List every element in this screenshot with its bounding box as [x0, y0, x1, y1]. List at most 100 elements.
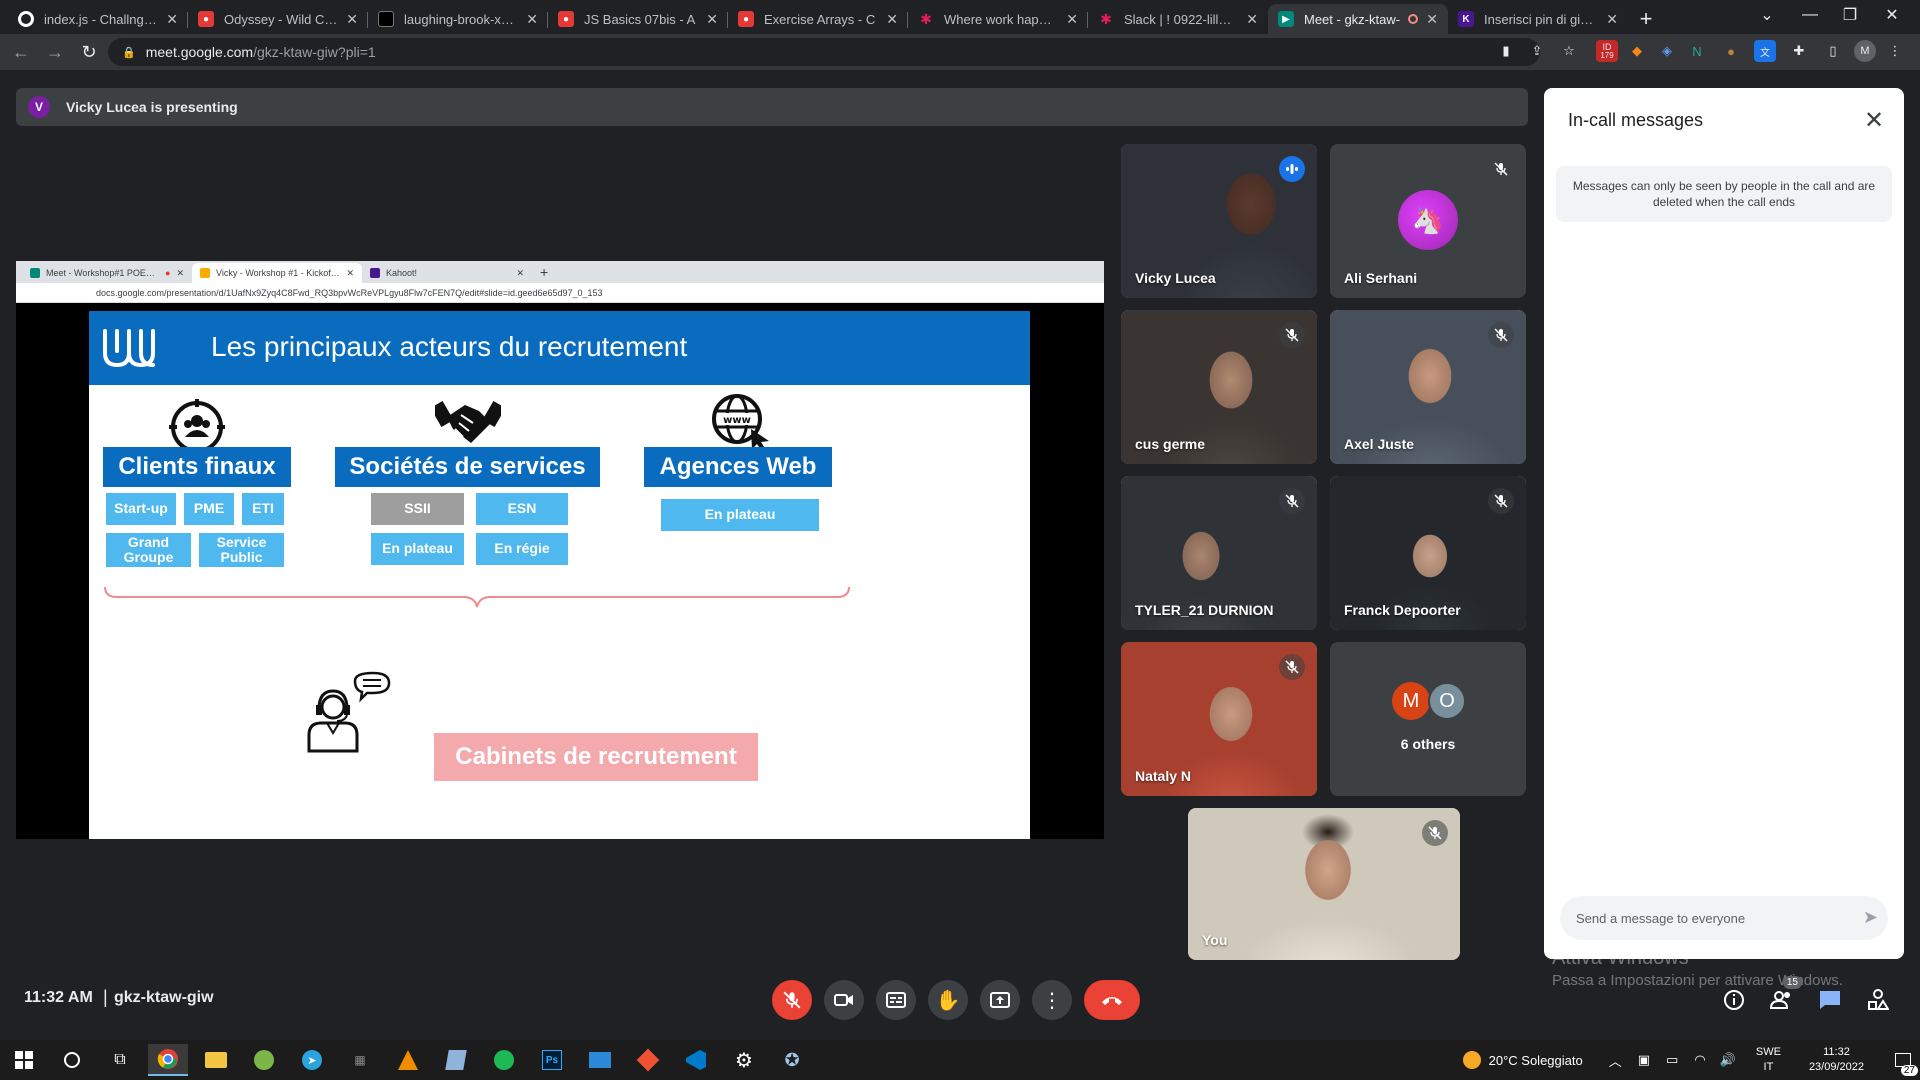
participant-tile-nataly[interactable]: Nataly N [1121, 642, 1317, 796]
send-icon[interactable]: ➤ [1863, 907, 1878, 928]
notification-center-icon[interactable]: 27 [1886, 1040, 1920, 1080]
tray-icon[interactable]: ▣ [1638, 1052, 1650, 1068]
search-icon[interactable] [52, 1044, 92, 1076]
task-view-icon[interactable]: ⧉ [100, 1044, 140, 1076]
browser-tab[interactable]: ● Odyssey - Wild Code S ✕ [188, 4, 368, 34]
metamask-icon[interactable]: ◆ [1626, 40, 1648, 62]
camera-icon[interactable]: ▮ [1495, 40, 1517, 62]
app-icon[interactable]: ✪ [772, 1044, 812, 1076]
present-now-button[interactable] [980, 980, 1020, 1020]
presentation-slide: Les principaux acteurs du recrutement ww… [89, 311, 1030, 839]
browser-tab[interactable]: ● JS Basics 07bis - A ✕ [548, 4, 728, 34]
vlc-icon[interactable] [388, 1044, 428, 1076]
participant-tile-tyler[interactable]: TYLER_21 DURNION [1121, 476, 1317, 630]
mic-toggle-button[interactable] [772, 980, 812, 1020]
activities-button[interactable] [1864, 986, 1892, 1014]
slack-icon: ✱ [920, 10, 932, 27]
extension-badge-icon[interactable]: ID 179 [1596, 40, 1618, 62]
people-button[interactable]: 15 [1768, 976, 1802, 1014]
photoshop-icon[interactable]: Ps [532, 1044, 572, 1076]
close-window-icon[interactable]: ✕ [1872, 0, 1912, 30]
system-clock[interactable]: 11:32 23/09/2022 [1809, 1045, 1864, 1075]
browser-tab[interactable]: ● Exercise Arrays - C ✕ [728, 4, 908, 34]
captions-button[interactable] [876, 980, 916, 1020]
utorrent-icon[interactable] [244, 1044, 284, 1076]
tab-close-icon[interactable]: ✕ [706, 11, 718, 28]
wifi-icon[interactable]: ◠ [1694, 1052, 1705, 1068]
self-view-tile[interactable]: You [1188, 808, 1460, 960]
volume-icon[interactable]: 🔊 [1720, 1052, 1736, 1068]
url-field[interactable]: 🔒 meet.google.com/gkz-ktaw-giw?pli=1 [108, 38, 1540, 66]
notepad-icon[interactable] [436, 1044, 476, 1076]
browser-tab[interactable]: index.js - ChallngeArra ✕ [8, 4, 188, 34]
browser-tab[interactable]: ✱ Where work happens ✕ [908, 4, 1088, 34]
camera-toggle-button[interactable] [824, 980, 864, 1020]
tab-close-icon[interactable]: ✕ [346, 11, 358, 28]
tab-close-icon[interactable]: ✕ [1426, 11, 1438, 28]
participant-tile-others[interactable]: M O 6 others [1330, 642, 1526, 796]
minimize-icon[interactable]: — [1790, 0, 1830, 30]
leave-call-button[interactable] [1084, 980, 1140, 1020]
tab-close-icon[interactable]: ✕ [1066, 11, 1078, 28]
menu-icon[interactable]: ⋮ [1884, 40, 1906, 62]
translate-icon[interactable]: 文 [1754, 40, 1776, 62]
svg-text:www: www [723, 415, 751, 426]
more-options-button[interactable]: ⋮ [1032, 980, 1072, 1020]
participant-tile-vicky[interactable]: Vicky Lucea [1121, 144, 1317, 298]
tab-close-icon[interactable]: ✕ [1246, 11, 1258, 28]
language-indicator[interactable]: SWE IT [1756, 1045, 1781, 1075]
chip-en-plateau-web: En plateau [661, 499, 819, 531]
tab-close-icon[interactable]: ✕ [526, 11, 538, 28]
browser-tab[interactable]: ✱ Slack | ! 0922-lille-php ✕ [1088, 4, 1268, 34]
message-placeholder: Send a message to everyone [1576, 910, 1746, 926]
close-icon: ✕ [346, 267, 354, 278]
chat-button[interactable] [1816, 986, 1844, 1014]
browser-tab[interactable]: K Inserisci pin di gioco - ✕ [1448, 4, 1628, 34]
tab-search-icon[interactable]: ⌄ [1752, 0, 1782, 30]
spotify-icon[interactable] [484, 1044, 524, 1076]
puzzle-icon[interactable]: ✚ [1788, 40, 1810, 62]
unicorn-avatar: 🦄 [1398, 190, 1458, 250]
app-icon[interactable]: ▦ [340, 1044, 380, 1076]
windows-start-icon[interactable] [4, 1044, 44, 1076]
battery-icon[interactable]: ▭ [1666, 1052, 1678, 1068]
extension-icon[interactable]: ● [1720, 40, 1742, 62]
windows-taskbar: ⧉ ➤ ▦ Ps ⚙ ✪ 20°C Soleggiato ︿ ▣ ▭ ◠ 🔊 S… [0, 1040, 1920, 1080]
participant-tile-cus-germe[interactable]: cus germe [1121, 310, 1317, 464]
file-explorer-icon[interactable] [196, 1044, 236, 1076]
reload-icon[interactable]: ↻ [72, 35, 106, 69]
participant-tile-ali[interactable]: 🦄 Ali Serhani [1330, 144, 1526, 298]
github-icon [18, 11, 34, 27]
bookmark-star-icon[interactable]: ☆ [1558, 40, 1580, 62]
side-panel-icon[interactable]: ▯ [1822, 40, 1844, 62]
tab-close-icon[interactable]: ✕ [166, 11, 178, 28]
extension-icon[interactable]: N [1686, 40, 1708, 62]
settings-icon[interactable]: ⚙ [724, 1044, 764, 1076]
forward-icon[interactable]: → [38, 35, 72, 69]
new-tab-button[interactable]: + [1628, 4, 1664, 34]
tray-chevron-icon[interactable]: ︿ [1609, 1051, 1622, 1070]
weather-text[interactable]: 20°C Soleggiato [1489, 1053, 1583, 1068]
browser-tab-active[interactable]: ▶ Meet - gkz-ktaw- ✕ [1268, 4, 1448, 34]
telegram-icon[interactable]: ➤ [292, 1044, 332, 1076]
raise-hand-button[interactable]: ✋ [928, 980, 968, 1020]
extension-icon[interactable]: ◈ [1656, 40, 1678, 62]
share-icon[interactable]: ⇪ [1526, 40, 1548, 62]
back-icon[interactable]: ← [4, 35, 38, 69]
participant-tile-axel[interactable]: Axel Juste [1330, 310, 1526, 464]
meeting-details-button[interactable] [1720, 986, 1748, 1014]
tab-close-icon[interactable]: ✕ [886, 11, 898, 28]
close-icon[interactable]: ✕ [1860, 106, 1888, 134]
people-icon [1770, 991, 1790, 1009]
mail-icon[interactable] [580, 1044, 620, 1076]
mic-off-icon [1279, 488, 1305, 514]
chrome-icon[interactable] [148, 1044, 188, 1076]
tab-close-icon[interactable]: ✕ [1606, 11, 1618, 28]
restore-icon[interactable]: ❐ [1830, 0, 1870, 30]
participant-tile-franck[interactable]: Franck Depoorter [1330, 476, 1526, 630]
profile-avatar[interactable]: M [1854, 40, 1876, 62]
vscode-icon[interactable] [676, 1044, 716, 1076]
message-input[interactable]: Send a message to everyone ➤ [1560, 896, 1888, 940]
browser-tab[interactable]: laughing-brook-xd2m ✕ [368, 4, 548, 34]
git-icon[interactable] [628, 1044, 668, 1076]
